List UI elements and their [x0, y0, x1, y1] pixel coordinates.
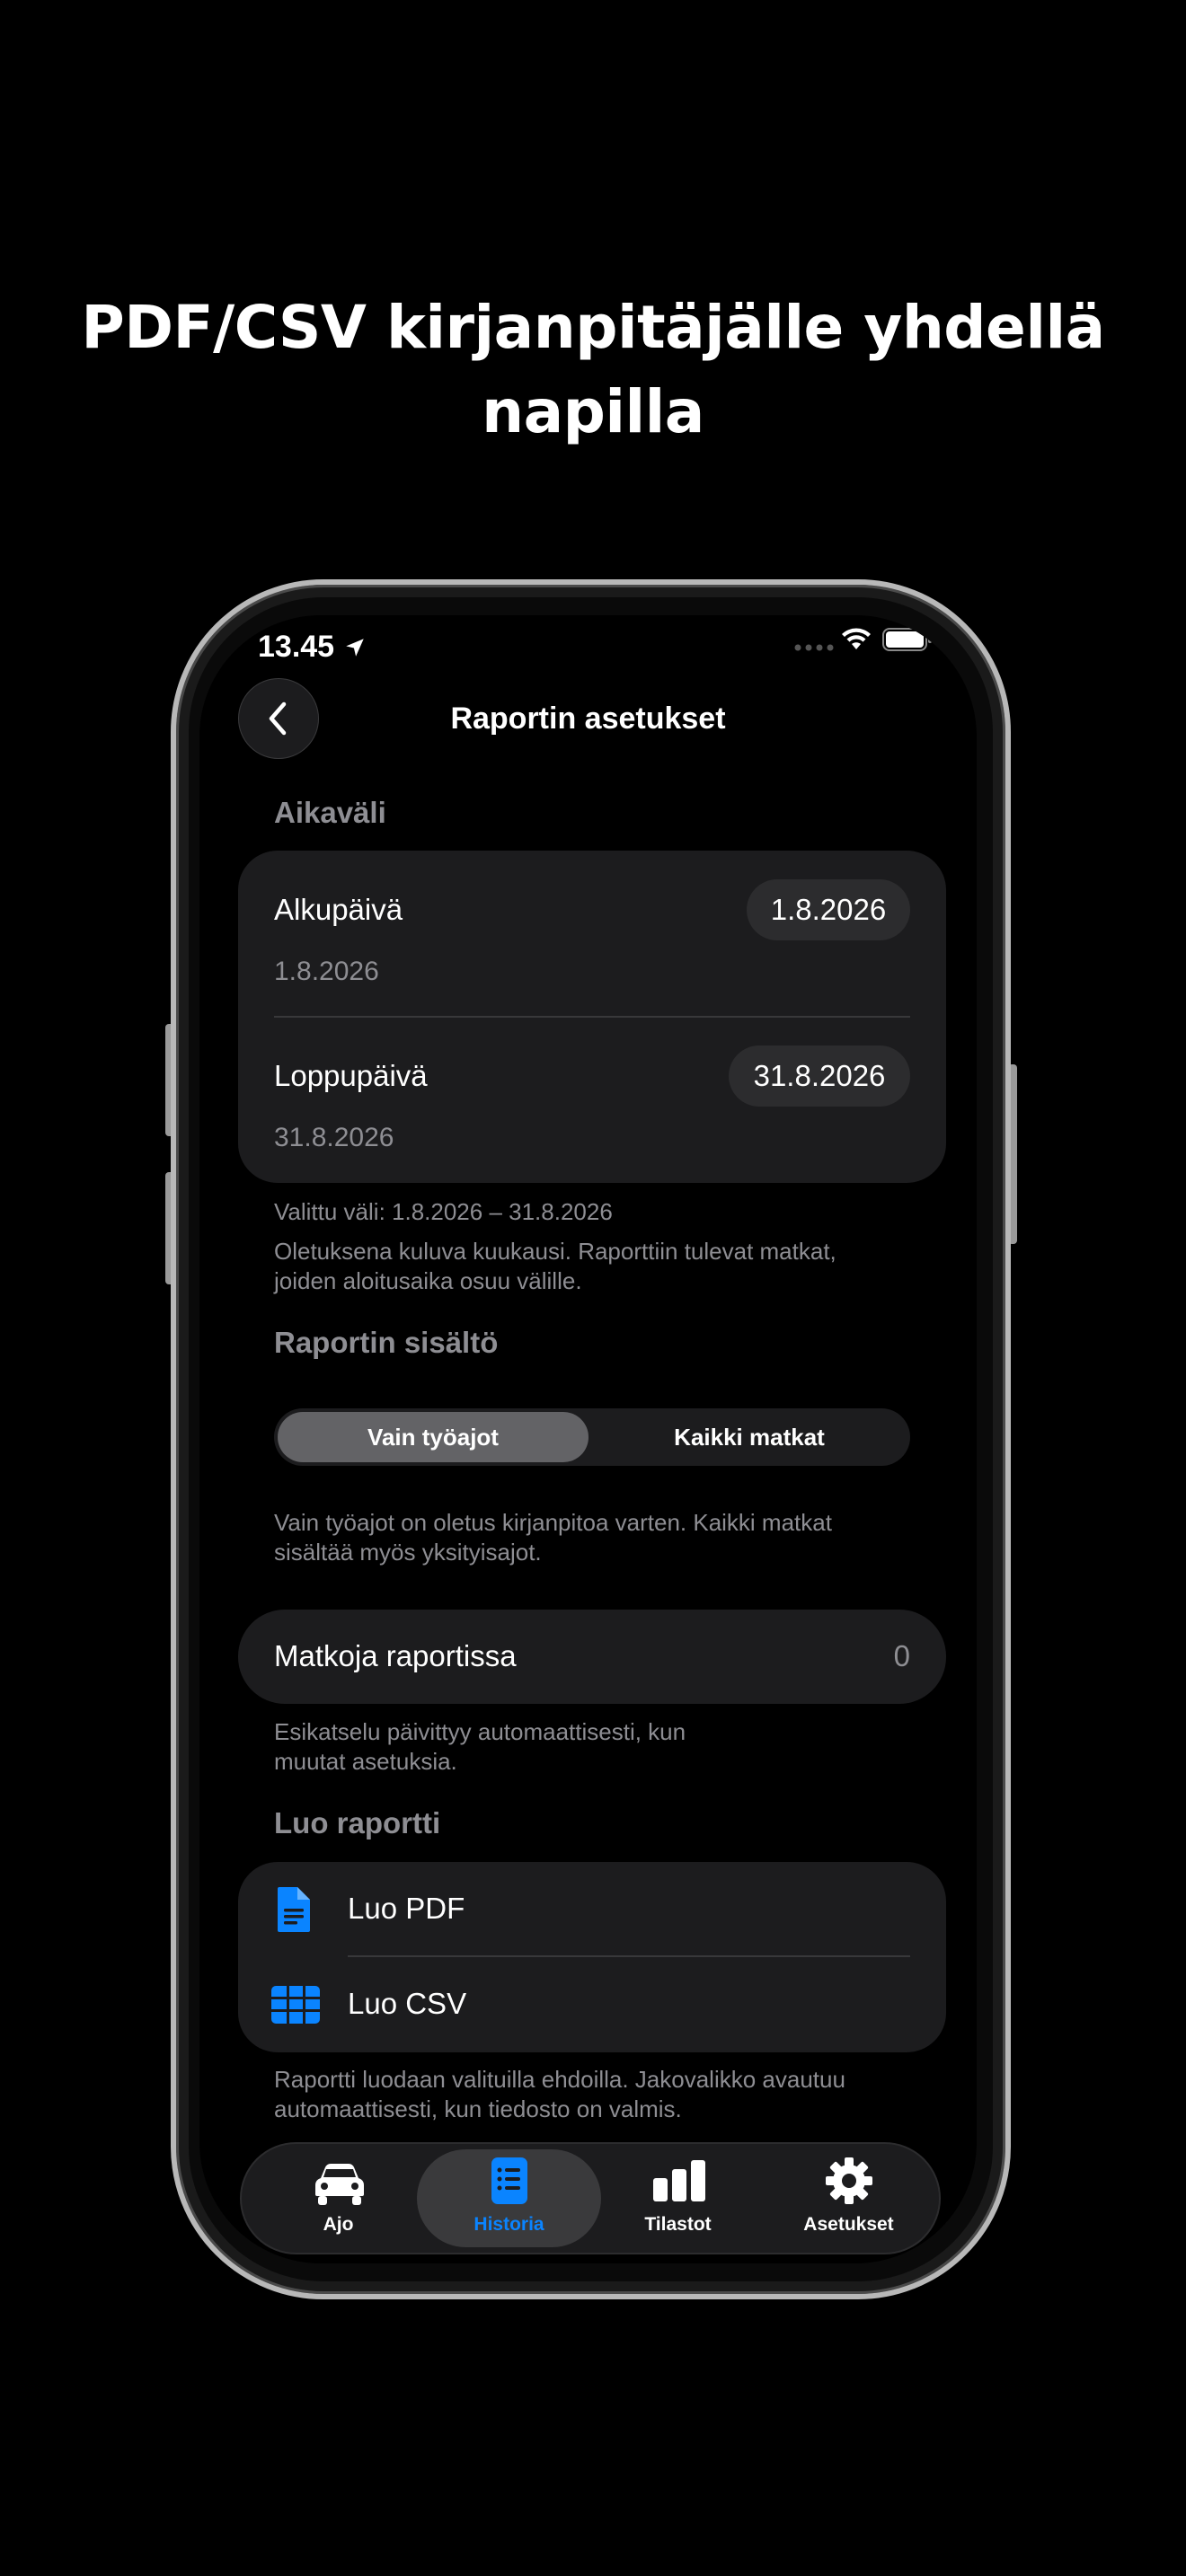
tab-asetukset[interactable]: Asetukset	[761, 2144, 936, 2253]
tab-ajo[interactable]: Ajo	[251, 2144, 426, 2253]
create-csv-row[interactable]: Luo CSV	[238, 1957, 946, 2051]
date-divider	[274, 1016, 910, 1018]
content-hint-2: sisältää myös yksityisajot.	[274, 1539, 542, 1566]
tab-tilastot[interactable]: Tilastot	[590, 2144, 766, 2253]
start-date-picker[interactable]: 1.8.2026	[747, 879, 910, 940]
segment-work-trips-label: Vain työajot	[367, 1424, 499, 1451]
trip-count-card: Matkoja raportissa 0	[238, 1610, 946, 1704]
content-hint-1: Vain työajot on oletus kirjanpitoa varte…	[274, 1509, 832, 1536]
section-title-create: Luo raportti	[274, 1806, 441, 1839]
trip-count-value: 0	[893, 1639, 910, 1672]
tab-historia[interactable]: Historia	[421, 2144, 597, 2253]
create-hint-1: Raportti luodaan valituilla ehdoilla. Ja…	[274, 2066, 845, 2093]
tab-ajo-label: Ajo	[323, 2214, 354, 2235]
car-icon	[315, 2164, 364, 2205]
status-time: 13.45	[258, 622, 367, 672]
gear-icon	[826, 2157, 872, 2204]
phone-screen: 13.45 Raportin asetukset Aikaväli Alkupä…	[199, 615, 977, 2263]
end-date-picker[interactable]: 31.8.2026	[729, 1045, 910, 1107]
create-hint-2: automaattisesti, kun tiedosto on valmis.	[274, 2095, 682, 2122]
create-pdf-label: Luo PDF	[348, 1892, 465, 1925]
tab-asetukset-label: Asetukset	[803, 2214, 894, 2235]
location-arrow-icon	[346, 638, 364, 657]
signal-dots-icon	[794, 640, 834, 657]
trip-count-label: Matkoja raportissa	[274, 1639, 517, 1672]
segment-all-trips[interactable]: Kaikki matkat	[594, 1412, 905, 1462]
date-range-hint-1: Oletuksena kuluva kuukausi. Raporttiin t…	[274, 1238, 836, 1265]
section-title-date-range: Aikaväli	[274, 796, 386, 829]
bar-chart-icon	[653, 2160, 705, 2201]
create-report-card: Luo PDF Luo CSV	[238, 1862, 946, 2052]
end-date-sub: 31.8.2026	[274, 1123, 394, 1152]
segment-work-trips[interactable]: Vain työajot	[278, 1412, 589, 1462]
content-segmented-control: Vain työajot Kaikki matkat	[274, 1408, 910, 1466]
status-time-text: 13.45	[258, 630, 335, 664]
document-list-icon	[491, 2157, 527, 2204]
segment-all-trips-label: Kaikki matkat	[674, 1424, 825, 1451]
date-range-card: Alkupäivä 1.8.2026 1.8.2026 Loppupäivä 3…	[238, 851, 946, 1183]
tab-bar: Ajo Historia Tilastot Asetukset	[240, 2142, 941, 2254]
headline-line-1: PDF/CSV kirjanpitäjälle yhdellä	[81, 293, 1105, 362]
trip-count-hint-2: muutat asetuksia.	[274, 1748, 457, 1775]
trip-count-hint-1: Esikatselu päivittyy automaattisesti, ku…	[274, 1718, 686, 1745]
section-title-content: Raportin sisältö	[274, 1326, 499, 1359]
selected-range-text: Valittu väli: 1.8.2026 – 31.8.2026	[274, 1198, 613, 1225]
headline-line-2: napilla	[482, 377, 704, 446]
pdf-document-icon	[278, 1887, 310, 1932]
battery-icon	[882, 628, 933, 656]
start-date-label: Alkupäivä	[274, 893, 403, 926]
start-date-sub: 1.8.2026	[274, 957, 379, 986]
date-range-hint-2: joiden aloitusaika osuu välille.	[274, 1267, 582, 1294]
wifi-icon	[840, 626, 872, 656]
create-pdf-row[interactable]: Luo PDF	[238, 1862, 946, 1956]
page-title: Raportin asetukset	[450, 701, 726, 736]
tab-historia-label: Historia	[474, 2214, 544, 2235]
tab-tilastot-label: Tilastot	[644, 2214, 712, 2235]
table-grid-icon	[271, 1986, 320, 2024]
create-csv-label: Luo CSV	[348, 1987, 467, 2020]
end-date-label: Loppupäivä	[274, 1059, 428, 1092]
headline: PDF/CSV kirjanpitäjälle yhdellä napilla	[0, 286, 1186, 454]
